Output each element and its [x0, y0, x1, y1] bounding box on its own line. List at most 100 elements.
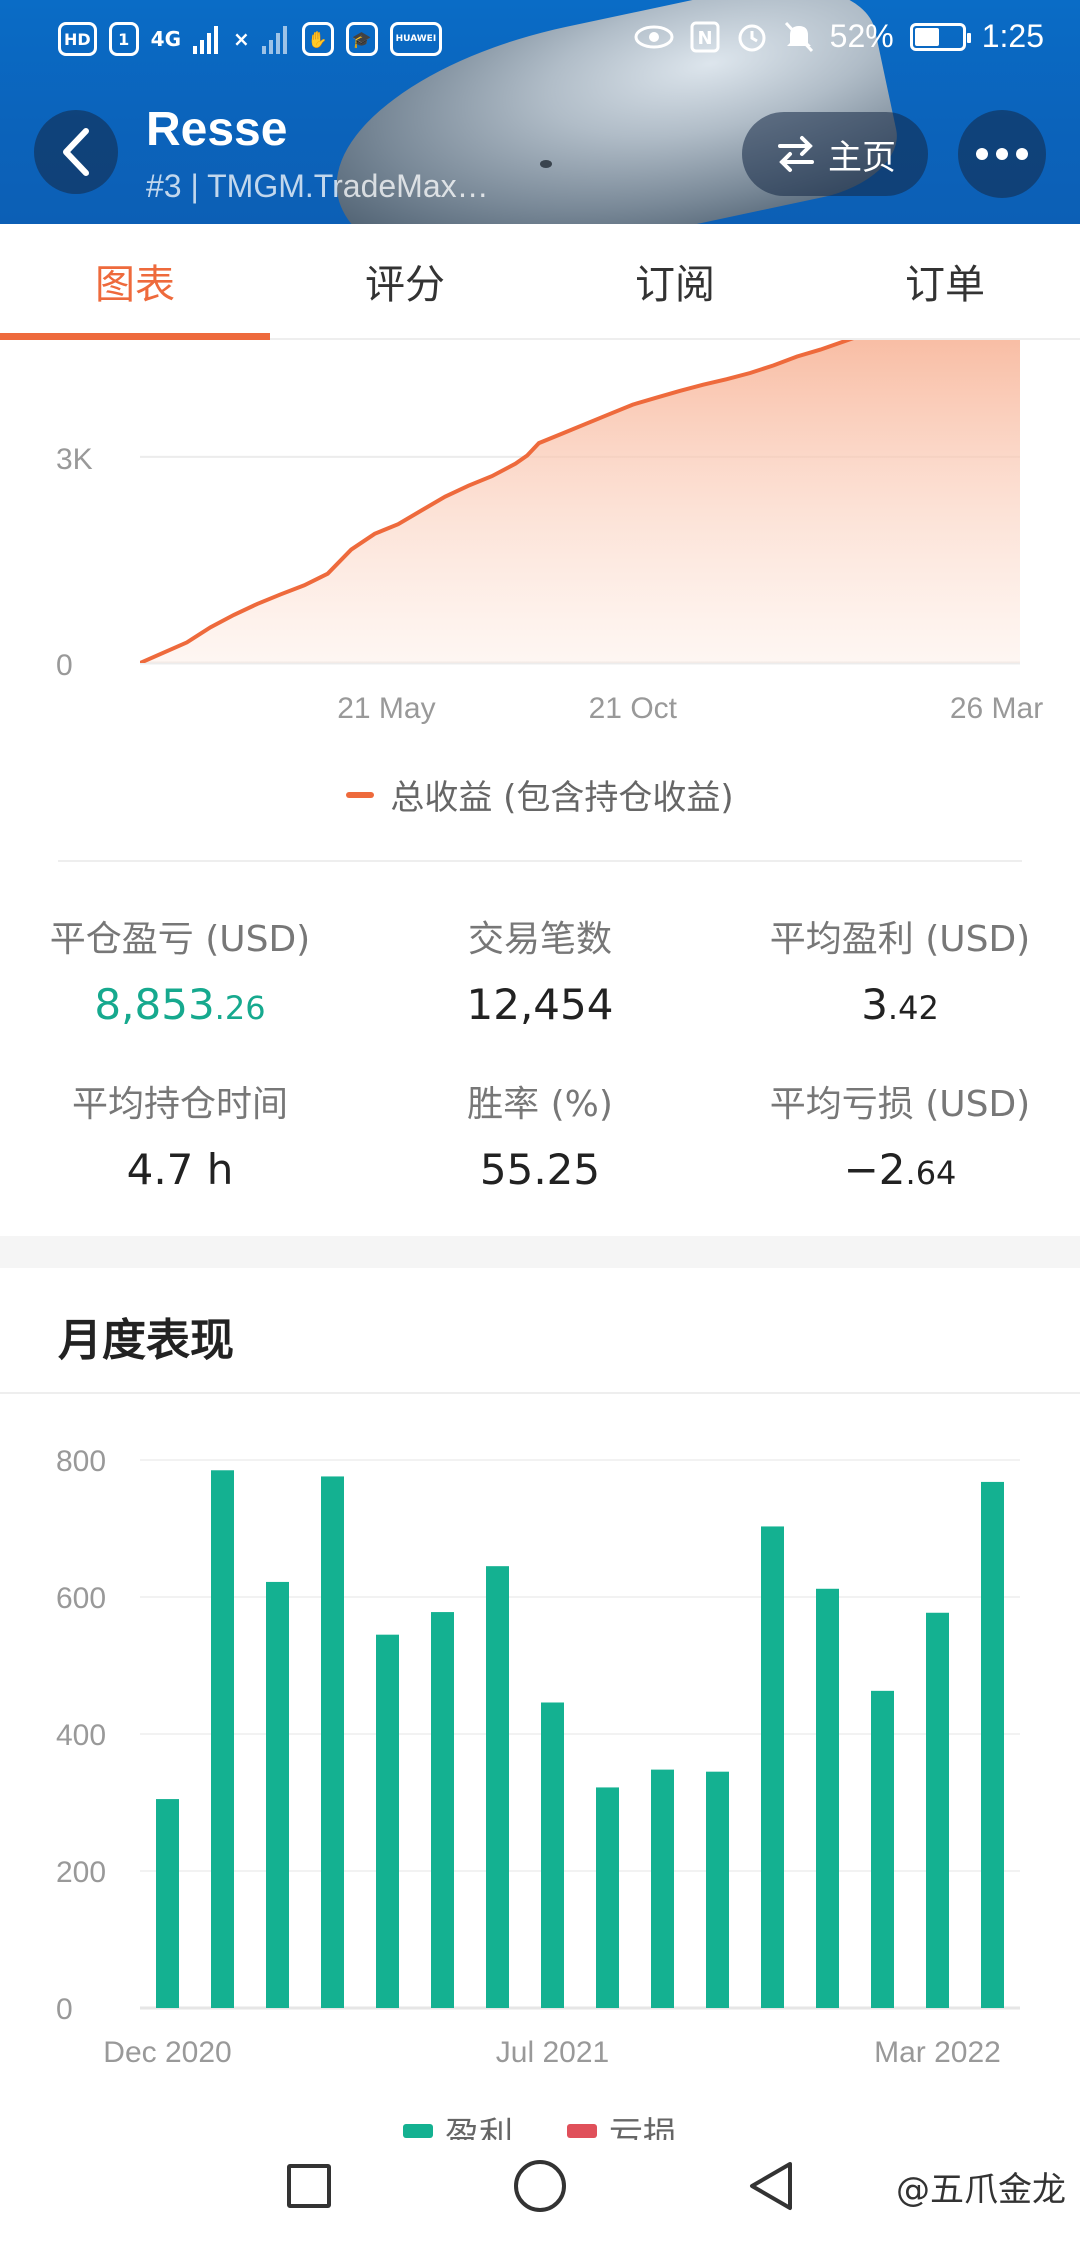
- svg-text:N: N: [697, 28, 712, 49]
- signal-strength-icon: [193, 26, 219, 54]
- tab-orders[interactable]: 订单: [810, 224, 1080, 338]
- swap-arrows-icon: [778, 136, 814, 172]
- equity-chart-legend: 总收益 (包含持仓收益): [0, 770, 1080, 819]
- bar-chart-legend: 盈利 亏损: [0, 2110, 1080, 2140]
- x-tick-label: Mar 2022: [874, 2036, 1001, 2069]
- back-nav-button[interactable]: [744, 2158, 800, 2214]
- bar: [321, 1476, 344, 2008]
- stat-label: 平均盈利 (USD): [769, 919, 1031, 960]
- legend-label-profit: 盈利: [445, 2114, 513, 2141]
- stat-value: 12,454: [466, 980, 614, 1029]
- y-tick-label: 600: [56, 1582, 106, 1615]
- bar: [541, 1702, 564, 2008]
- legend-label: 总收益 (包含持仓收益): [390, 778, 734, 818]
- tab-subscription[interactable]: 订阅: [540, 224, 810, 338]
- tab-rating[interactable]: 评分: [270, 224, 540, 338]
- home-nav-button[interactable]: [514, 2160, 566, 2212]
- more-dot-icon: [976, 148, 988, 160]
- more-dot-icon: [1016, 148, 1028, 160]
- legend-item-profit[interactable]: 盈利: [403, 2115, 513, 2140]
- clock-time: 1:25: [981, 18, 1044, 54]
- stat-value: 8,853.26: [94, 980, 266, 1029]
- graduation-cap-icon: 🎓: [345, 22, 378, 56]
- home-button-label: 主页: [828, 137, 896, 178]
- page-subtitle: #3 | TMGM.TradeMax…: [146, 168, 489, 204]
- tab-bar: 图表 评分 订阅 订单: [0, 224, 1080, 340]
- legend-swatch-loss: [567, 2124, 597, 2138]
- equity-chart: 0 3K 21 May 21 Oct 26 Mar: [56, 340, 1043, 725]
- signal-4g-icon: 4G: [150, 27, 182, 51]
- stat-value: 4.7 h: [126, 1145, 234, 1194]
- stat-label: 平均亏损 (USD): [769, 1084, 1031, 1125]
- status-left-icons: HD 1 4G × ✋ 🎓 HUAWEI: [58, 22, 443, 56]
- back-button[interactable]: [34, 110, 118, 194]
- bar: [266, 1581, 289, 2008]
- nfc-icon: N: [690, 21, 720, 52]
- stat-value: 3.42: [861, 980, 939, 1029]
- stat-trade-count: 交易笔数 12,454: [360, 910, 720, 1029]
- watermark: @五爪金龙: [896, 2170, 1066, 2210]
- bar: [651, 1769, 674, 2008]
- x-tick-label: 26 Mar: [950, 692, 1043, 725]
- status-bar: HD 1 4G × ✋ 🎓 HUAWEI N 52% 1:25: [0, 0, 1080, 80]
- y-tick-label: 400: [56, 1719, 106, 1752]
- y-tick-label: 0: [56, 1993, 73, 2026]
- bar: [376, 1634, 399, 2008]
- tab-chart[interactable]: 图表: [0, 224, 270, 340]
- stat-label: 交易笔数: [467, 919, 612, 960]
- legend-line-swatch: [346, 791, 375, 798]
- stat-closed-pnl: 平仓盈亏 (USD) 8,853.26: [0, 910, 360, 1029]
- stat-label: 平均持仓时间: [71, 1084, 288, 1125]
- monthly-bar-chart: 0 200 400 600 800 Dec 2020 Jul 2021 Mar 2022: [56, 1445, 1020, 2069]
- divider: [0, 1392, 1080, 1394]
- hd-icon: HD: [58, 22, 97, 56]
- y-tick-label: 200: [56, 1856, 106, 1889]
- bar: [871, 1690, 894, 2008]
- legend-swatch-profit: [403, 2124, 433, 2138]
- stat-value: 55.25: [479, 1145, 601, 1194]
- stat-value: −2.64: [843, 1145, 957, 1194]
- bar: [431, 1612, 454, 2008]
- chevron-left-icon: [63, 128, 89, 176]
- legend-item-loss[interactable]: 亏损: [567, 2115, 677, 2140]
- stat-avg-loss: 平均亏损 (USD) −2.64: [720, 1075, 1080, 1194]
- huawei-icon: HUAWEI: [389, 22, 443, 56]
- y-tick-label: 3K: [56, 443, 93, 476]
- signal-strength-2-icon: [261, 26, 287, 54]
- bar: [156, 1799, 179, 2008]
- bar: [926, 1612, 949, 2008]
- page-title: Resse: [146, 103, 288, 156]
- battery-percent: 52%: [829, 18, 894, 54]
- header-background-image-detail: [540, 160, 552, 168]
- home-button[interactable]: 主页: [742, 112, 928, 196]
- bar: [211, 1470, 234, 2008]
- bar: [596, 1787, 619, 2008]
- stat-avg-profit: 平均盈利 (USD) 3.42: [720, 910, 1080, 1029]
- no-signal-icon: ×: [233, 27, 250, 51]
- eye-icon: [634, 25, 674, 48]
- y-tick-label: 0: [56, 649, 73, 682]
- more-dot-icon: [996, 148, 1008, 160]
- x-tick-label: 21 May: [337, 692, 435, 725]
- section-gap: [0, 1236, 1080, 1268]
- alarm-icon: [738, 24, 766, 51]
- area-fill: [140, 340, 1020, 663]
- battery-icon: [909, 22, 971, 51]
- more-options-button[interactable]: [958, 110, 1046, 198]
- divider: [58, 860, 1022, 862]
- header: HD 1 4G × ✋ 🎓 HUAWEI N 52% 1:25 Resse #3…: [0, 0, 1080, 224]
- sim1-icon: 1: [108, 22, 139, 56]
- x-tick-label: Dec 2020: [103, 2036, 231, 2069]
- bar: [761, 1526, 784, 2008]
- stat-avg-holding-time: 平均持仓时间 4.7 h: [0, 1075, 360, 1194]
- status-right-icons: N 52% 1:25: [634, 18, 1044, 55]
- bar: [981, 1481, 1004, 2008]
- bar: [486, 1566, 509, 2008]
- system-nav-bar: @五爪金龙: [0, 2140, 1080, 2244]
- hand-icon: ✋: [301, 22, 334, 56]
- monthly-performance-title: 月度表现: [58, 1315, 234, 1366]
- stat-label: 平仓盈亏 (USD): [49, 919, 311, 960]
- x-tick-label: 21 Oct: [589, 692, 678, 725]
- recent-apps-button[interactable]: [287, 2164, 331, 2208]
- stat-label: 胜率 (%): [467, 1084, 613, 1125]
